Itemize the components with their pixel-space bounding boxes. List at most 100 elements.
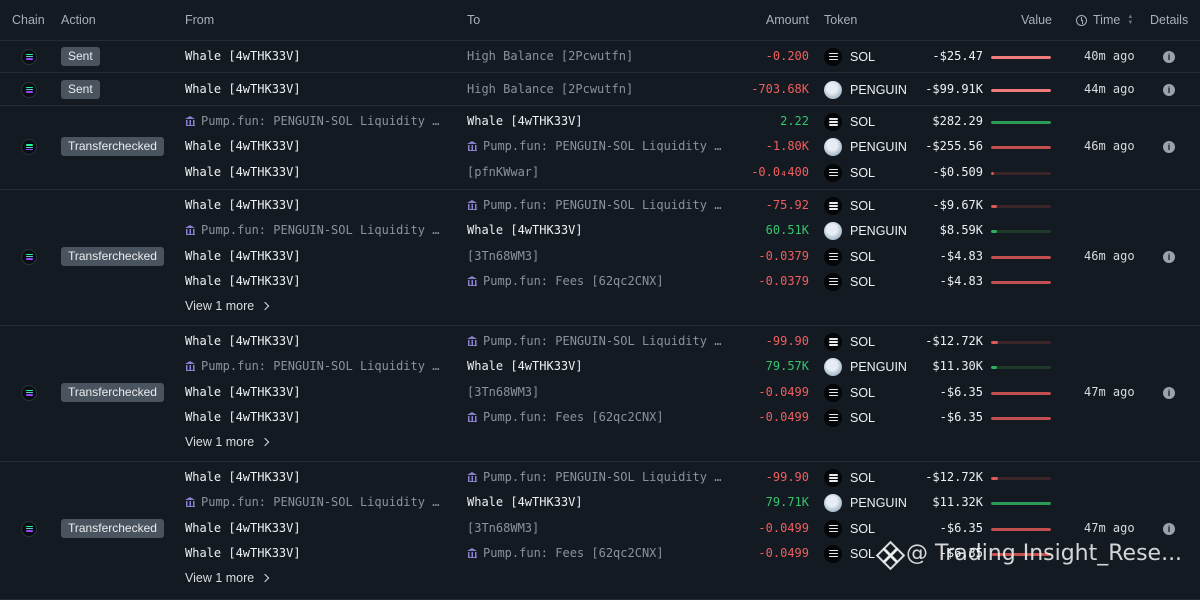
token[interactable]: SOL <box>824 272 875 291</box>
to-address[interactable]: Whale [4wTHK33V] <box>467 359 583 373</box>
usd-value: -$25.47 <box>932 48 983 63</box>
value-bar-fill <box>991 280 1051 284</box>
token[interactable]: SOL <box>824 544 876 563</box>
to-address[interactable]: Whale [4wTHK33V] <box>467 114 583 128</box>
to-address[interactable]: High Balance [2Pcwutfn] <box>467 49 633 63</box>
bank-icon <box>467 200 478 210</box>
token[interactable]: SOL <box>824 408 875 427</box>
to-address[interactable]: [3Tn68WM3] <box>467 521 539 535</box>
header-time-label: Time <box>1093 13 1121 27</box>
bank-icon <box>467 141 478 152</box>
to-address[interactable]: Pump.fun: Fees [62qc2CNX] <box>467 546 664 560</box>
details-info-icon[interactable]: i <box>1163 50 1175 63</box>
to-address[interactable]: Pump.fun: PENGUIN-SOL Liquidity … <box>467 334 721 348</box>
amount: -0.0499 <box>758 384 809 399</box>
from-address[interactable]: Whale [4wTHK33V] <box>185 249 301 263</box>
sol-token-icon <box>824 247 842 266</box>
amount: 60.51K <box>765 223 809 238</box>
from-address[interactable]: Whale [4wTHK33V] <box>185 198 301 212</box>
to-address[interactable]: Whale [4wTHK33V] <box>467 223 583 237</box>
to-address[interactable]: Pump.fun: Fees [62qc2CNX] <box>467 274 664 288</box>
details-info-icon[interactable]: i <box>1163 141 1175 154</box>
sort-icon[interactable]: ▲ ▼ <box>1127 14 1133 26</box>
view-more-label: View 1 more <box>185 435 255 450</box>
header-time-sort[interactable]: Time ▲ ▼ <box>1076 13 1133 27</box>
details-info-icon[interactable]: i <box>1163 250 1175 263</box>
details-info-icon[interactable]: i <box>1163 522 1175 535</box>
token[interactable]: SOL <box>824 113 875 131</box>
transfer-group[interactable]: Sent Whale [4wTHK33V] High Balance [2Pcwut… <box>0 73 1200 106</box>
token[interactable]: PENGUIN <box>824 222 907 241</box>
token-symbol: SOL <box>850 165 876 180</box>
penguin-token-icon <box>824 494 842 513</box>
from-address[interactable]: Whale [4wTHK33V] <box>185 470 301 484</box>
to-address[interactable]: Pump.fun: PENGUIN-SOL Liquidity … <box>467 198 721 212</box>
from-address[interactable]: Whale [4wTHK33V] <box>185 546 301 560</box>
token[interactable]: SOL <box>824 47 875 66</box>
value-bar-fill <box>991 255 1051 259</box>
token[interactable]: SOL <box>824 519 875 538</box>
transfer-group[interactable]: Transferchecked Whale [4wTHK33V] Pump.fun:… <box>0 326 1200 462</box>
token[interactable]: PENGUIN <box>824 494 907 513</box>
to-address[interactable]: Pump.fun: PENGUIN-SOL Liquidity … <box>467 139 721 153</box>
to-address[interactable]: Whale [4wTHK33V] <box>467 495 583 509</box>
watermark-text: @ Trading Insight_Rese... <box>906 541 1183 566</box>
header-amount: Amount <box>765 13 809 27</box>
from-address[interactable]: Whale [4wTHK33V] <box>185 274 301 288</box>
view-more-link[interactable]: View 1 more <box>185 299 270 313</box>
from-address[interactable]: Pump.fun: PENGUIN-SOL Liquidity … <box>185 495 439 509</box>
transfer-group[interactable]: Transferchecked Pump.fun: PENGUIN-SOL Liq… <box>0 106 1200 190</box>
from-address[interactable]: Whale [4wTHK33V] <box>185 82 301 96</box>
solana-chain-icon <box>21 248 37 265</box>
transfer-group[interactable]: Sent Whale [4wTHK33V] High Balance [2Pcwut… <box>0 40 1200 73</box>
from-address[interactable]: Whale [4wTHK33V] <box>185 410 301 424</box>
usd-value: -$12.72K <box>925 470 983 484</box>
to-address[interactable]: Pump.fun: PENGUIN-SOL Liquidity … <box>467 470 721 484</box>
transfer-group[interactable]: Transferchecked Whale [4wTHK33V] Pump.fun:… <box>0 462 1200 600</box>
from-address-label: Pump.fun: PENGUIN-SOL Liquidity … <box>201 223 440 238</box>
from-address[interactable]: Whale [4wTHK33V] <box>185 334 301 348</box>
token-symbol: SOL <box>850 546 876 561</box>
from-address-label: Whale [4wTHK33V] <box>185 248 301 263</box>
from-address-label: Whale [4wTHK33V] <box>185 409 301 424</box>
token[interactable]: SOL <box>824 469 875 487</box>
token[interactable]: PENGUIN <box>824 358 907 377</box>
usd-value: -$255.56 <box>925 139 983 154</box>
from-address[interactable]: Whale [4wTHK33V] <box>185 139 301 153</box>
to-address[interactable]: Pump.fun: Fees [62qc2CNX] <box>467 410 664 424</box>
usd-value: -$4.83 <box>939 248 983 263</box>
bank-icon <box>185 497 196 508</box>
from-address-label: Whale [4wTHK33V] <box>185 520 301 535</box>
bank-icon <box>185 116 196 126</box>
view-more-link[interactable]: View 1 more <box>185 435 270 450</box>
token[interactable]: SOL <box>824 197 875 215</box>
to-address-label: Whale [4wTHK33V] <box>467 114 583 128</box>
token[interactable]: PENGUIN <box>824 80 907 99</box>
to-address[interactable]: [3Tn68WM3] <box>467 385 539 399</box>
token[interactable]: SOL <box>824 383 875 402</box>
from-address[interactable]: Pump.fun: PENGUIN-SOL Liquidity … <box>185 114 439 128</box>
transfer-group[interactable]: Transferchecked Whale [4wTHK33V] Pump.fun:… <box>0 190 1200 326</box>
to-address[interactable]: High Balance [2Pcwutfn] <box>467 82 633 96</box>
token[interactable]: SOL <box>824 333 875 351</box>
view-more-link[interactable]: View 1 more <box>185 571 270 585</box>
from-address[interactable]: Pump.fun: PENGUIN-SOL Liquidity … <box>185 359 439 373</box>
to-address[interactable]: [pfnKWwar] <box>467 165 539 179</box>
to-address[interactable]: [3Tn68WM3] <box>467 249 539 263</box>
from-address[interactable]: Whale [4wTHK33V] <box>185 165 301 179</box>
from-address[interactable]: Whale [4wTHK33V] <box>185 385 301 399</box>
penguin-token-icon <box>824 222 842 241</box>
token[interactable]: SOL <box>824 163 876 182</box>
to-address-label: [3Tn68WM3] <box>467 384 540 399</box>
value-bar <box>991 55 1051 59</box>
token[interactable]: SOL <box>824 247 875 266</box>
value-bar-fill <box>991 171 994 175</box>
from-address[interactable]: Whale [4wTHK33V] <box>185 49 301 63</box>
value-bar-fill <box>991 121 1051 124</box>
from-address[interactable]: Whale [4wTHK33V] <box>185 521 301 535</box>
token[interactable]: PENGUIN <box>824 138 907 157</box>
from-address[interactable]: Pump.fun: PENGUIN-SOL Liquidity … <box>185 223 439 237</box>
details-info-icon[interactable]: i <box>1163 83 1175 96</box>
bank-icon <box>467 275 478 286</box>
details-info-icon[interactable]: i <box>1163 386 1175 399</box>
